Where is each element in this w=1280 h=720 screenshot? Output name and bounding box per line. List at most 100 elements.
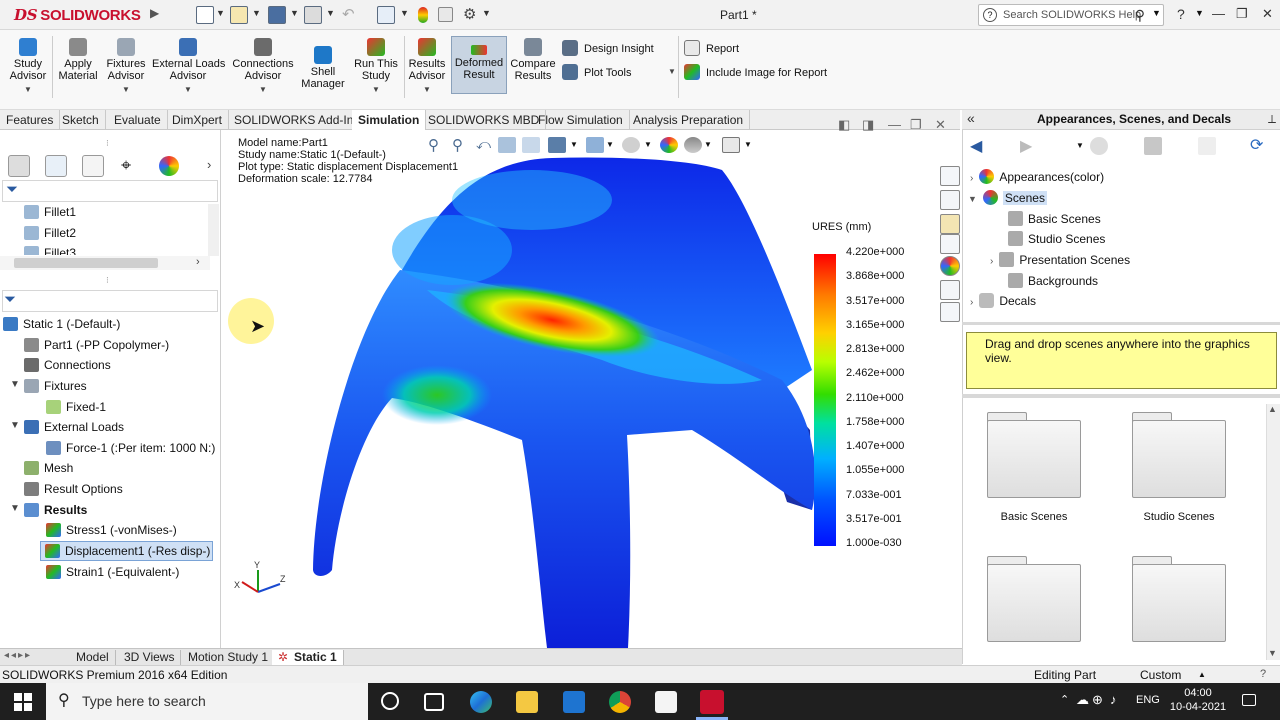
design-insight-button[interactable]: Design Insight [562, 40, 654, 56]
chevron-down-icon[interactable]: ▼ [10, 379, 20, 390]
scene-folder-studio[interactable] [1132, 412, 1226, 498]
unit-system[interactable]: Custom [1140, 668, 1181, 682]
folder-tree-icon[interactable] [1144, 137, 1162, 155]
study-advisor-button[interactable]: Study Advisor ▼ [8, 38, 48, 96]
volume-icon[interactable]: ♪ [1110, 692, 1117, 707]
scroll-down-icon[interactable]: ▼ [1268, 648, 1277, 658]
shell-manager-button[interactable]: Shell Manager [300, 46, 346, 90]
compare-results-button[interactable]: Compare Results [510, 38, 556, 82]
viewport-close-icon[interactable]: ✕ [935, 117, 946, 133]
tab-scroll-arrows[interactable]: ◂◂▸▸ [4, 650, 32, 661]
report-button[interactable]: Report [684, 40, 739, 56]
chevron-right-icon[interactable]: › [196, 256, 200, 268]
rebuild-traffic-light-icon[interactable] [418, 7, 428, 23]
previous-view-icon[interactable]: ⤺ [476, 136, 491, 153]
tab-motion-study[interactable]: Motion Study 1 [182, 650, 276, 665]
zoom-to-area-icon[interactable]: ⚲ [452, 136, 463, 154]
back-arrow-icon[interactable]: ◀ [970, 136, 982, 156]
section-view-icon[interactable] [498, 137, 516, 153]
tree-scenes[interactable]: ▼ Scenes [968, 190, 1047, 205]
custom-properties-icon[interactable] [940, 280, 960, 300]
chevron-down-icon[interactable]: ▼ [606, 140, 614, 149]
tab-solidworks-add-ins[interactable]: SOLIDWORKS Add-Ins [228, 110, 367, 130]
scene-folder-presentation[interactable] [987, 556, 1081, 644]
tree-item-strain[interactable]: Strain1 (-Equivalent-) [46, 565, 179, 579]
feature-tree-scrollbar[interactable] [208, 204, 219, 256]
tab-evaluate[interactable]: Evaluate [108, 110, 168, 130]
chevron-down-icon[interactable]: ▼ [644, 140, 652, 149]
chrome-icon[interactable] [609, 691, 631, 713]
store-icon[interactable] [655, 691, 677, 713]
tree-item-stress[interactable]: Stress1 (-vonMises-) [46, 523, 177, 537]
tab-analysis-preparation[interactable]: Analysis Preparation [627, 110, 751, 130]
pane-splitter[interactable] [962, 322, 1280, 325]
chevron-right-icon[interactable]: › [990, 256, 993, 267]
help-icon[interactable]: ? [1177, 6, 1185, 22]
network-icon[interactable]: ⊕ [1092, 692, 1103, 708]
apply-scene-icon[interactable] [684, 137, 702, 153]
tab-simulation[interactable]: Simulation [352, 110, 427, 130]
view-settings-icon[interactable] [722, 137, 740, 153]
tree-item-study[interactable]: Static 1 (-Default-) [3, 317, 120, 331]
splitter-grip[interactable]: ⁝ [106, 138, 109, 149]
chevron-down-icon[interactable]: ▼ [10, 503, 20, 514]
collapse-pane-icon[interactable]: « [967, 110, 975, 126]
refresh-icon[interactable]: ⟳ [1250, 135, 1263, 155]
display-style-icon[interactable] [586, 137, 604, 153]
mail-icon[interactable] [563, 691, 585, 713]
chevron-down-icon[interactable]: ▼ [104, 84, 148, 96]
viewport-left-icon[interactable]: ◧ [838, 117, 850, 133]
open-folder-icon[interactable] [230, 6, 248, 24]
chevron-down-icon[interactable]: ▼ [668, 67, 676, 76]
results-advisor-button[interactable]: Results Advisor ▼ [406, 38, 448, 96]
tree-presentation-scenes[interactable]: › Presentation Scenes [990, 252, 1130, 267]
tab-3d-views[interactable]: 3D Views [118, 650, 182, 665]
tab-solidworks-mbd[interactable]: SOLIDWORKS MBD [422, 110, 547, 130]
edge-browser-icon[interactable] [470, 691, 492, 713]
tab-dimxpert[interactable]: DimXpert [166, 110, 230, 130]
hide-show-items-icon[interactable] [622, 137, 640, 153]
connections-advisor-button[interactable]: Connections Advisor ▼ [230, 38, 296, 96]
forward-arrow-icon[interactable]: ▶ [1020, 136, 1032, 156]
language-indicator[interactable]: ENG [1136, 694, 1160, 706]
chevron-down-icon[interactable]: ▼ [704, 140, 712, 149]
chevron-down-icon[interactable]: ▼ [290, 8, 299, 18]
undo-icon[interactable]: ↶ [342, 5, 355, 23]
file-explorer-icon[interactable] [940, 214, 960, 234]
appearances-scenes-icon[interactable] [940, 256, 960, 276]
tab-static-study[interactable]: ✲ Static 1 [272, 650, 344, 665]
taskbar-clock[interactable]: 04:00 10-04-2021 [1168, 686, 1228, 714]
tree-item-fillet3[interactable]: Fillet3 [24, 246, 76, 255]
chevron-down-icon[interactable]: ▼ [1152, 8, 1161, 18]
scrollbar-thumb[interactable] [14, 258, 158, 268]
chevron-down-icon[interactable]: ▼ [10, 420, 20, 431]
taskbar-search-input[interactable]: ⚲ Type here to search [46, 683, 368, 720]
task-pane-scrollbar[interactable] [1266, 404, 1280, 660]
onedrive-icon[interactable]: ☁ [1076, 692, 1089, 708]
simulation-filter-input[interactable] [2, 290, 218, 312]
close-icon[interactable]: ✕ [1262, 6, 1273, 22]
apply-material-button[interactable]: Apply Material [56, 38, 100, 82]
tree-item-fillet2[interactable]: Fillet2 [24, 226, 76, 240]
zoom-to-fit-icon[interactable]: ⚲ [428, 136, 439, 154]
tree-item-fixed[interactable]: Fixed-1 [46, 400, 106, 414]
tree-item-mesh[interactable]: Mesh [24, 461, 73, 475]
pin-icon[interactable]: ⟂ [1268, 112, 1276, 127]
scroll-up-icon[interactable]: ▲ [1268, 404, 1277, 414]
show-hidden-icons[interactable]: ⌃ [1060, 693, 1069, 706]
chevron-down-icon[interactable]: ▼ [744, 140, 752, 149]
chevron-down-icon[interactable]: ▼ [968, 194, 977, 204]
tab-model[interactable]: Model [70, 650, 116, 665]
tree-item-force[interactable]: Force-1 (:Per item: 1000 N:) [46, 441, 215, 455]
tree-item-external-loads[interactable]: ▼ External Loads [10, 420, 124, 434]
chevron-down-icon[interactable]: ▼ [482, 8, 491, 18]
solidworks-resources-icon[interactable] [940, 166, 960, 186]
tree-item-displacement[interactable]: Displacement1 (-Res disp-) [39, 541, 214, 561]
chevron-up-icon[interactable]: ▲ [1198, 670, 1206, 679]
help-search-input[interactable]: ? Search SOLIDWORKS Help ⚲ [978, 4, 1164, 26]
search-icon[interactable]: ⚲ [1135, 7, 1145, 24]
chevron-down-icon[interactable]: ▼ [1076, 141, 1084, 150]
add-to-library-icon[interactable] [1090, 137, 1108, 155]
select-pointer-icon[interactable] [377, 6, 395, 24]
task-view-icon[interactable] [424, 693, 444, 711]
